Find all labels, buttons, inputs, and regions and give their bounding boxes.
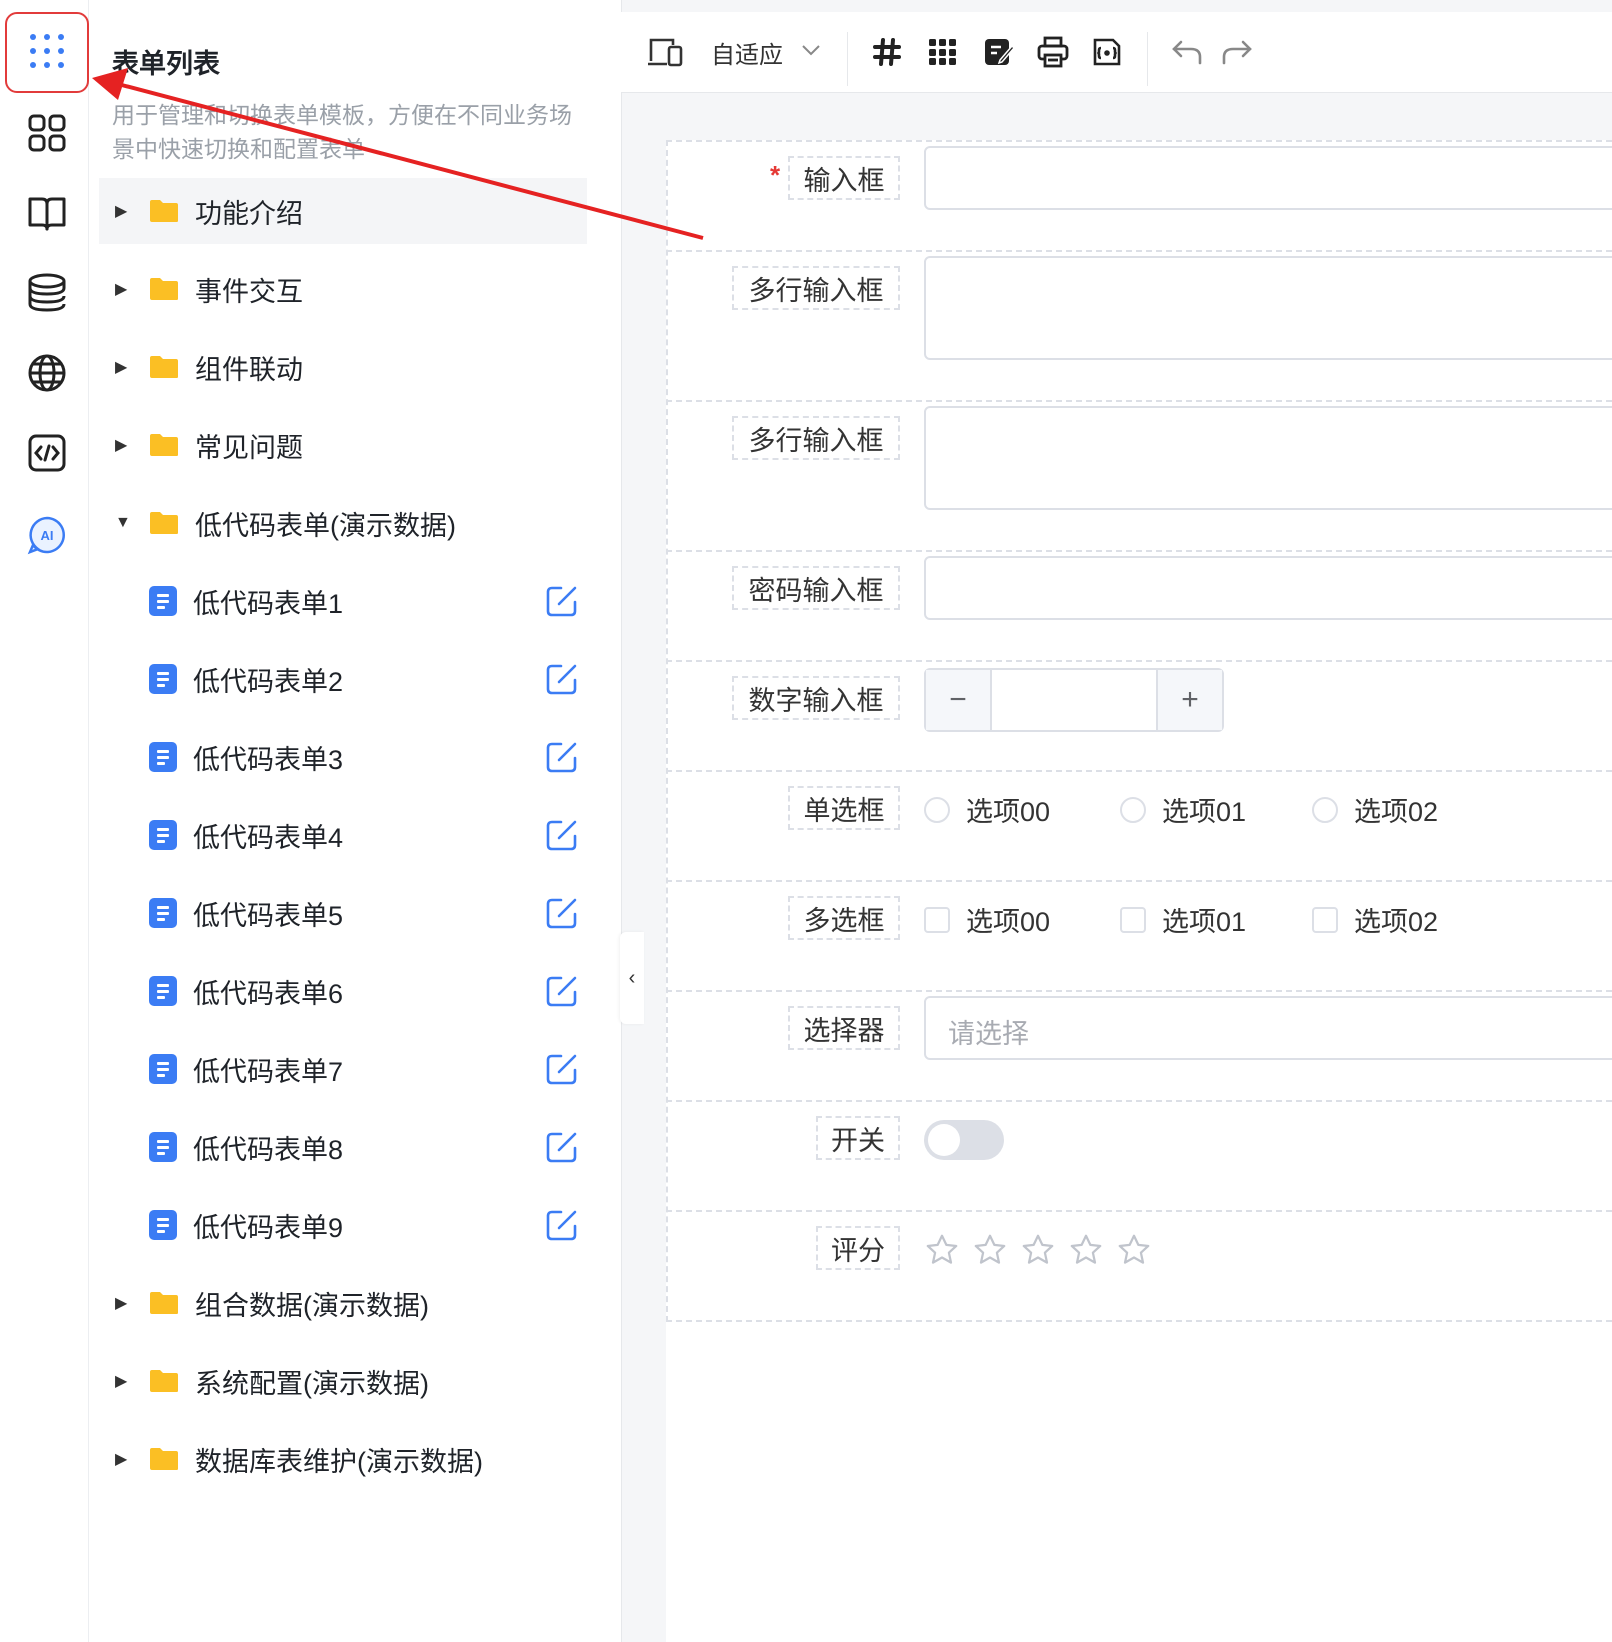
annotation-arrow (92, 68, 704, 240)
